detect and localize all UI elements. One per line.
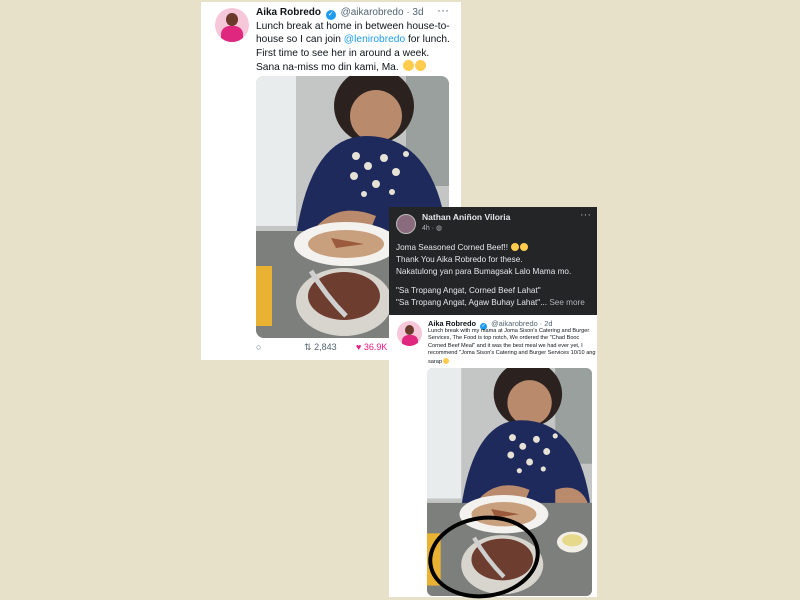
mention-link[interactable]: @lenirobredo (344, 34, 405, 45)
pleading-face-emoji-icon (402, 59, 414, 71)
pleading-face-emoji-icon (520, 243, 529, 251)
timestamp[interactable]: · 3d (406, 7, 423, 18)
tweet-text: Lunch break with my mama at Joma Sison's… (428, 328, 596, 365)
avatar[interactable] (396, 214, 416, 234)
heart-eyes-emoji-icon (443, 357, 449, 364)
more-icon[interactable]: ··· (437, 3, 449, 17)
pleading-face-emoji-icon (511, 243, 520, 251)
handle[interactable]: @aikarobredo (341, 7, 404, 18)
like-button[interactable]: ♥ 36.9K (356, 342, 387, 352)
avatar[interactable] (215, 8, 249, 42)
retweet-button[interactable]: ⇅ 2,843 (304, 342, 337, 353)
heart-icon: ♥ (356, 342, 362, 352)
reply-icon[interactable]: ○ (256, 342, 261, 352)
more-icon[interactable]: ··· (580, 209, 591, 221)
display-name[interactable]: Aika Robredo (256, 7, 321, 18)
pleading-face-emoji-icon (414, 59, 426, 71)
handle[interactable]: @aikarobredo (491, 319, 538, 328)
see-more-link[interactable]: See more (549, 298, 585, 307)
post-timestamp[interactable]: 4h · ◍ (422, 224, 442, 232)
globe-icon: ◍ (436, 225, 443, 232)
tweet-header: Aika Robredo ✓ @aikarobredo · 3d (256, 7, 424, 20)
display-name[interactable]: Aika Robredo (428, 319, 476, 328)
post-text: Joma Seasoned Corned Beef!! Thank You Ai… (396, 243, 585, 308)
post-author[interactable]: Nathan Aniñon Viloria (422, 212, 510, 222)
verified-badge-icon: ✓ (325, 10, 336, 20)
tweet-text: Lunch break at home in between house-to-… (256, 21, 450, 73)
timestamp[interactable]: · 2d (540, 319, 553, 328)
avatar[interactable] (397, 321, 422, 346)
retweet-icon: ⇅ (304, 342, 312, 352)
